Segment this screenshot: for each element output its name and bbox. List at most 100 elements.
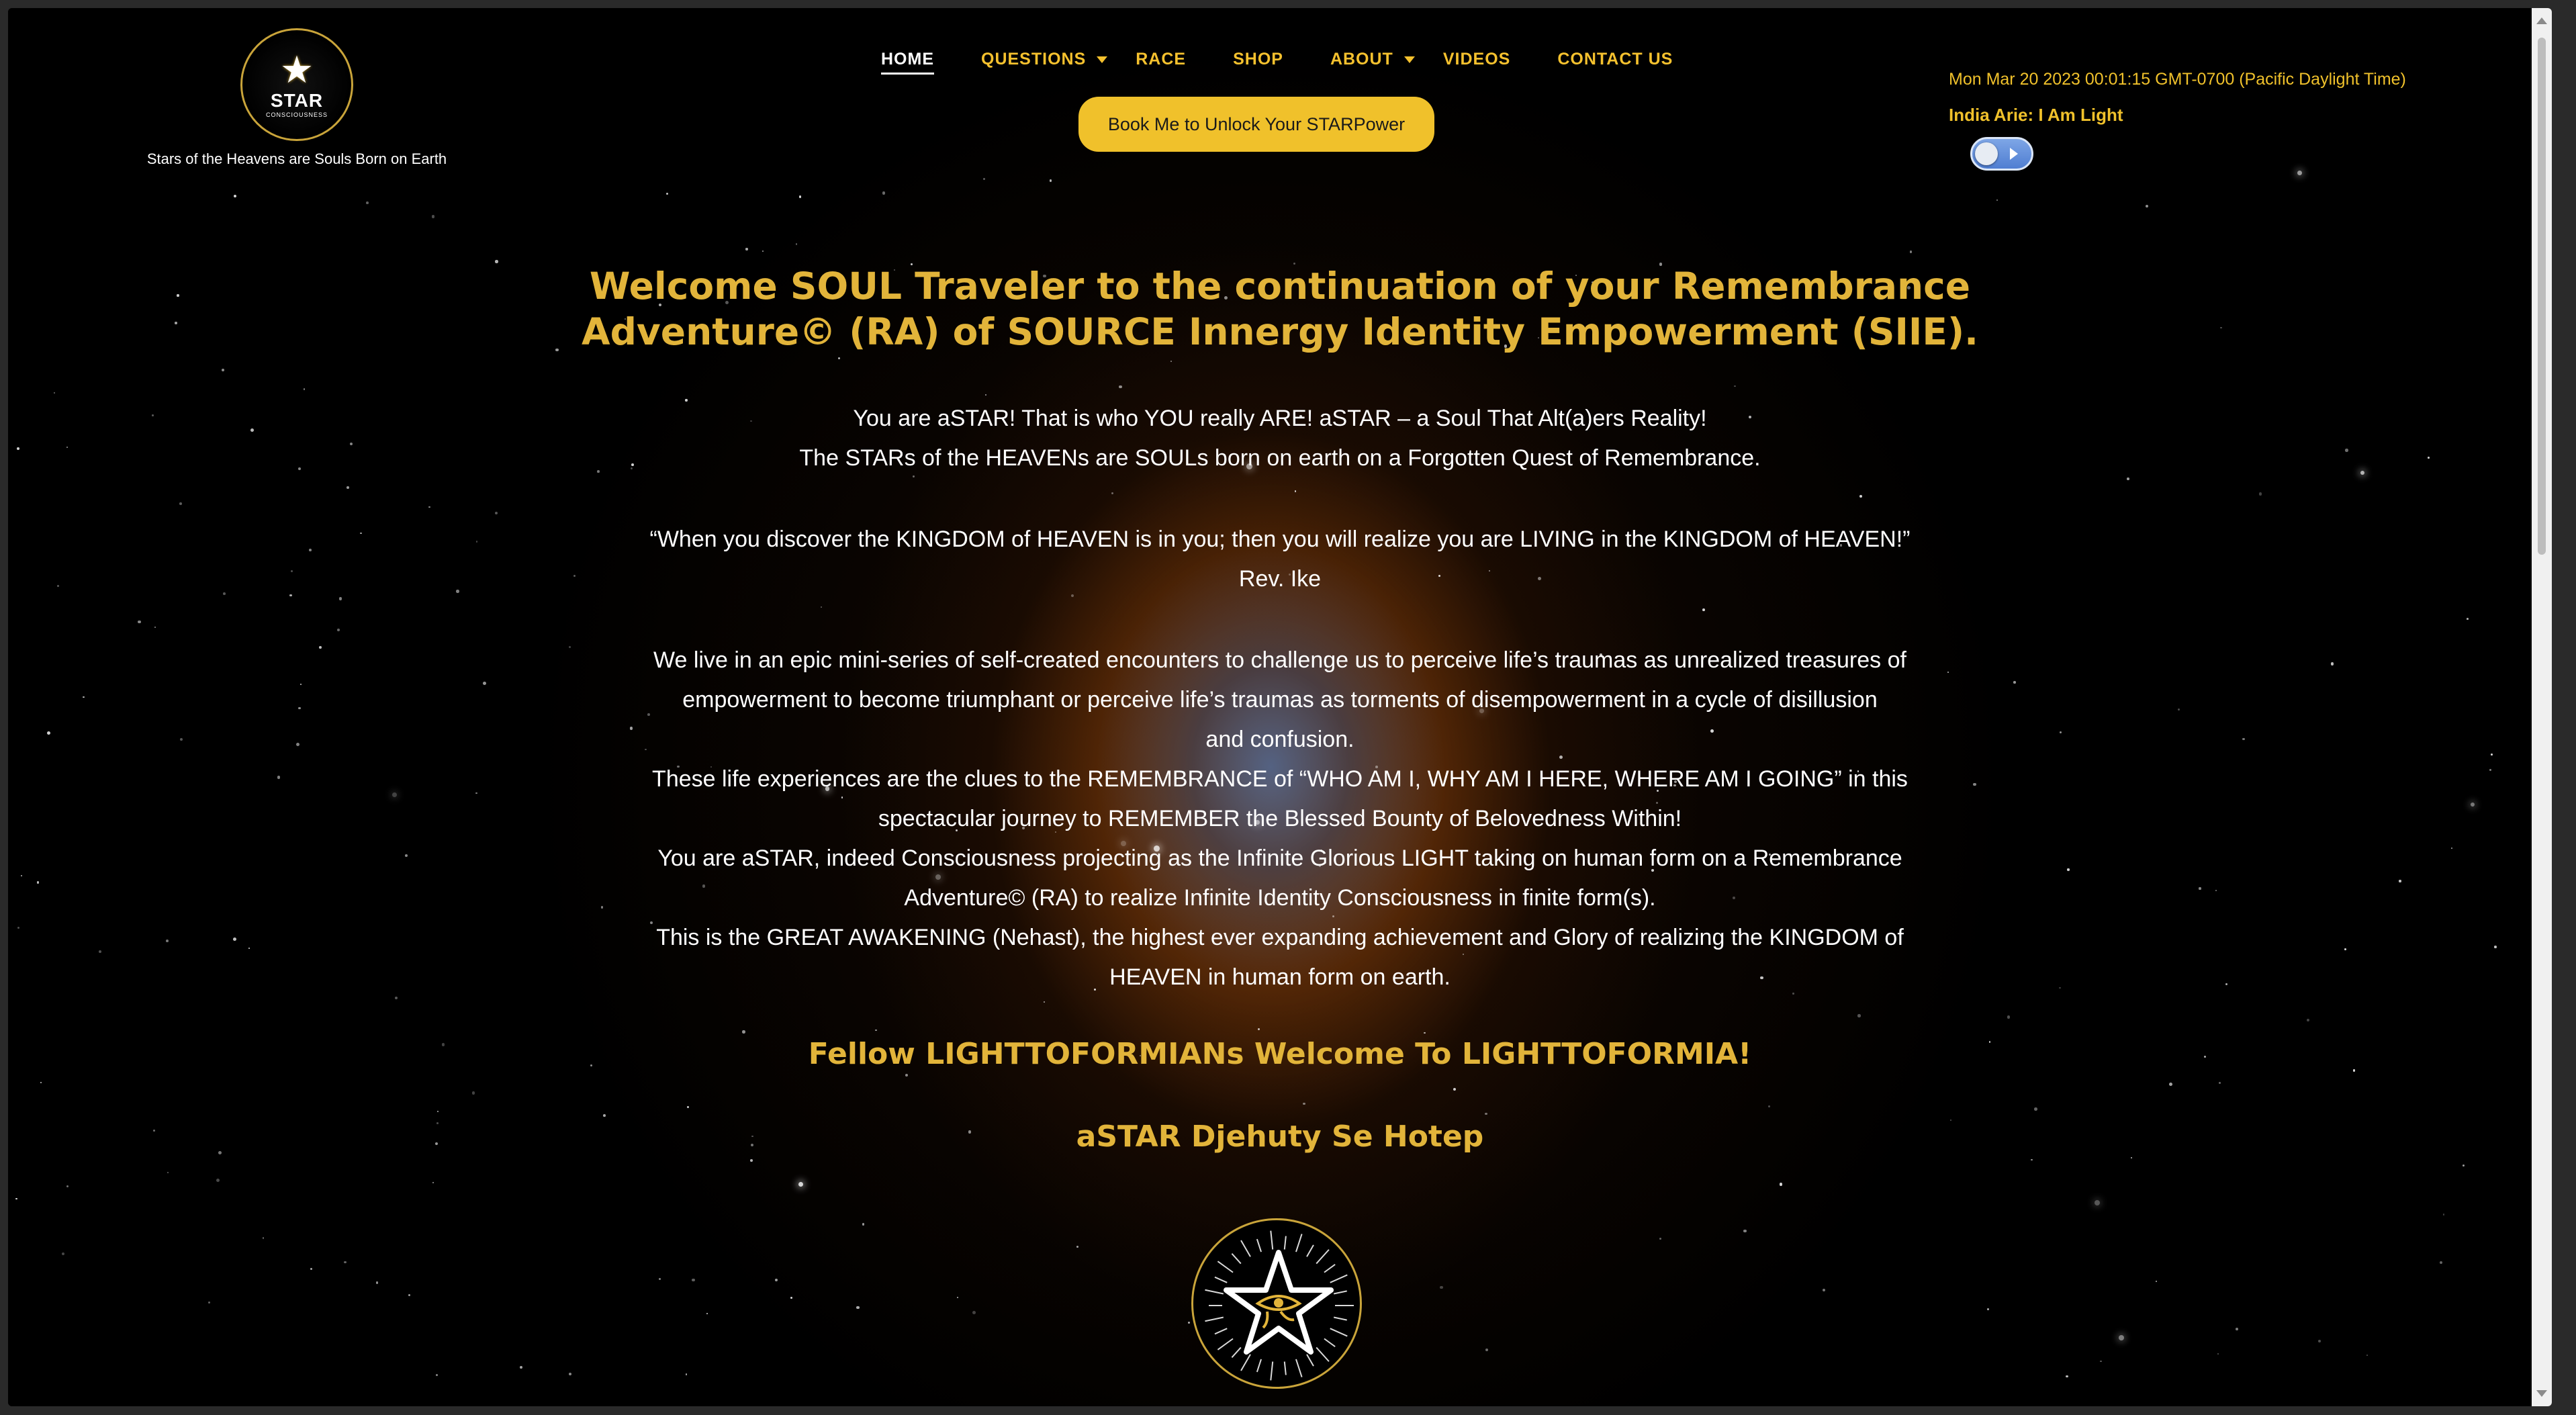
background-star <box>2118 1335 2125 1341</box>
background-star <box>882 191 886 195</box>
nav-home[interactable]: HOME <box>881 50 934 75</box>
emblem-ray <box>1306 1244 1314 1257</box>
background-star <box>798 1182 804 1187</box>
body-line: These life experiences are the clues to … <box>652 766 1908 792</box>
background-star <box>61 1252 64 1256</box>
nav-questions-label: QUESTIONS <box>981 50 1087 69</box>
background-star <box>1822 1289 1825 1292</box>
background-star <box>408 1293 410 1296</box>
background-star <box>1743 1229 1747 1233</box>
emblem-ray <box>1214 1276 1228 1283</box>
background-star <box>2219 1081 2221 1085</box>
body-line: This is the GREAT AWAKENING (Nehast), th… <box>656 925 1904 950</box>
background-star <box>216 1179 220 1183</box>
background-star <box>1909 250 1912 253</box>
background-star <box>2467 618 2469 620</box>
emblem-ray <box>1333 1316 1347 1321</box>
background-star <box>706 1312 708 1315</box>
background-star <box>2235 1328 2238 1331</box>
vertical-scrollbar[interactable] <box>2532 8 2552 1406</box>
background-star <box>2168 1083 2172 1086</box>
background-star <box>1049 179 1052 182</box>
now-playing-title: India Arie: I Am Light <box>1949 105 2123 125</box>
background-star <box>569 1373 572 1376</box>
chevron-down-icon <box>1404 56 1415 63</box>
background-star <box>1485 1348 1489 1351</box>
background-star <box>742 1030 745 1034</box>
nav-shop[interactable]: SHOP <box>1233 50 1283 75</box>
scroll-up-arrow-icon[interactable] <box>2536 17 2547 24</box>
nav-contact[interactable]: CONTACT US <box>1557 50 1673 75</box>
background-star <box>603 1114 606 1117</box>
background-star <box>1659 1237 1662 1240</box>
welcome-line: Adventure© (RA) of SOURCE Innergy Identi… <box>582 310 1978 353</box>
emblem-ray <box>1270 1361 1274 1381</box>
emblem-ray <box>1240 1240 1251 1257</box>
emblem-ray <box>1324 1338 1336 1347</box>
emblem-ray <box>1256 1359 1262 1373</box>
background-star <box>2217 1353 2219 1355</box>
site-logo[interactable]: ★ STAR CONSCIOUSNESS Stars of the Heaven… <box>142 28 451 168</box>
background-star <box>2155 1280 2157 1282</box>
background-star <box>745 248 748 250</box>
book-me-button[interactable]: Book Me to Unlock Your STARPower <box>1078 97 1434 152</box>
background-star <box>15 1197 17 1200</box>
nav-race[interactable]: RACE <box>1136 50 1186 75</box>
nav-videos[interactable]: VIDEOS <box>1443 50 1510 75</box>
background-star <box>862 1223 865 1226</box>
background-star <box>436 1373 439 1376</box>
intro-line: The STARs of the HEAVENs are SOULs born … <box>799 445 1761 471</box>
background-star <box>972 1311 976 1314</box>
body-line: Adventure© (RA) to realize Infinite Iden… <box>904 885 1656 911</box>
background-star <box>2066 1375 2068 1378</box>
emblem-ray <box>1214 1328 1228 1335</box>
background-star <box>749 1159 753 1162</box>
emblem-ray <box>1295 1359 1303 1377</box>
background-star <box>1485 1112 1487 1115</box>
nav-videos-label: VIDEOS <box>1442 50 1511 69</box>
browser-viewport: ★ STAR CONSCIOUSNESS Stars of the Heaven… <box>8 8 2552 1406</box>
emblem-ray <box>1240 1354 1251 1371</box>
nav-race-label: RACE <box>1136 50 1187 69</box>
background-star <box>798 195 802 198</box>
background-star <box>336 629 340 632</box>
background-star <box>495 260 498 263</box>
site-tagline: Stars of the Heavens are Souls Born on E… <box>146 150 447 167</box>
emblem-ray <box>1330 1274 1348 1283</box>
background-star <box>437 1110 439 1112</box>
scroll-down-arrow-icon[interactable] <box>2536 1390 2547 1397</box>
nav-questions[interactable]: QUESTIONS <box>981 50 1108 75</box>
background-star <box>366 201 369 204</box>
background-star <box>1768 1105 1771 1108</box>
background-star <box>665 192 669 195</box>
emblem-ray <box>1283 1361 1287 1375</box>
background-star <box>2297 170 2303 175</box>
background-star <box>179 502 182 505</box>
background-star <box>856 1306 860 1310</box>
main-nav: HOME QUESTIONS RACE SHOP ABOUT VIDEOS CO… <box>881 50 1720 75</box>
scroll-thumb[interactable] <box>2538 38 2546 555</box>
background-star <box>658 1277 661 1280</box>
background-star <box>2463 1165 2465 1167</box>
music-play-toggle[interactable] <box>1970 137 2033 171</box>
nav-about[interactable]: ABOUT <box>1330 50 1415 75</box>
background-star <box>428 506 430 508</box>
intro-paragraph: You are aSTAR! That is who YOU really AR… <box>8 399 2552 478</box>
emblem-ray <box>1283 1236 1287 1250</box>
emblem-ray <box>1316 1346 1330 1362</box>
background-star <box>262 1237 265 1239</box>
background-star <box>1859 495 1863 498</box>
logo-emblem[interactable]: ★ STAR CONSCIOUSNESS <box>240 28 353 141</box>
emblem-ray <box>1306 1354 1314 1367</box>
nav-shop-label: SHOP <box>1233 50 1283 69</box>
background-star <box>432 1181 434 1183</box>
play-icon <box>2010 148 2018 160</box>
background-star <box>1996 199 1998 201</box>
fellow-heading: Fellow LIGHTTOFORMIANs Welcome To LIGHTT… <box>808 1037 1752 1071</box>
chevron-down-icon <box>1097 56 1108 63</box>
background-star <box>1857 1014 1861 1017</box>
background-star <box>2100 1360 2102 1362</box>
emblem-ray <box>1205 1316 1224 1322</box>
quote-paragraph: “When you discover the KINGDOM of HEAVEN… <box>8 520 2552 599</box>
background-star <box>303 388 306 390</box>
